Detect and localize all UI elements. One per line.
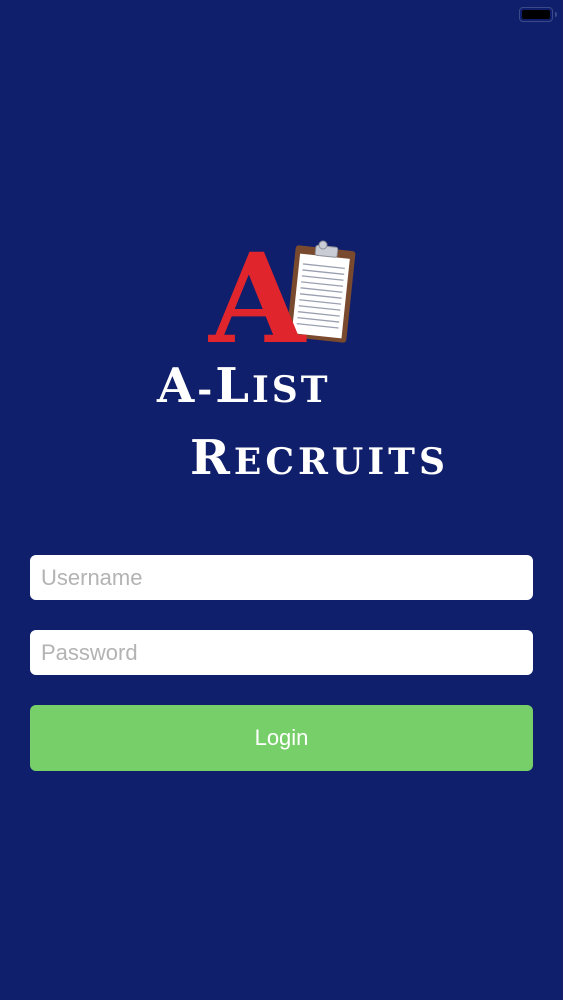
brand-title-line2: RECRUITS — [190, 430, 449, 486]
username-input[interactable] — [30, 555, 533, 600]
battery-fill — [522, 10, 550, 19]
brand-title-line1: A-LIST — [157, 358, 331, 414]
status-bar — [0, 0, 563, 32]
battery-tip — [555, 11, 557, 17]
logo-graphic: A — [208, 228, 356, 348]
battery-icon — [519, 7, 557, 22]
logo-letter: A — [208, 228, 307, 348]
password-input[interactable] — [30, 630, 533, 675]
login-button[interactable]: Login — [30, 705, 533, 771]
app-logo: A — [205, 228, 365, 348]
